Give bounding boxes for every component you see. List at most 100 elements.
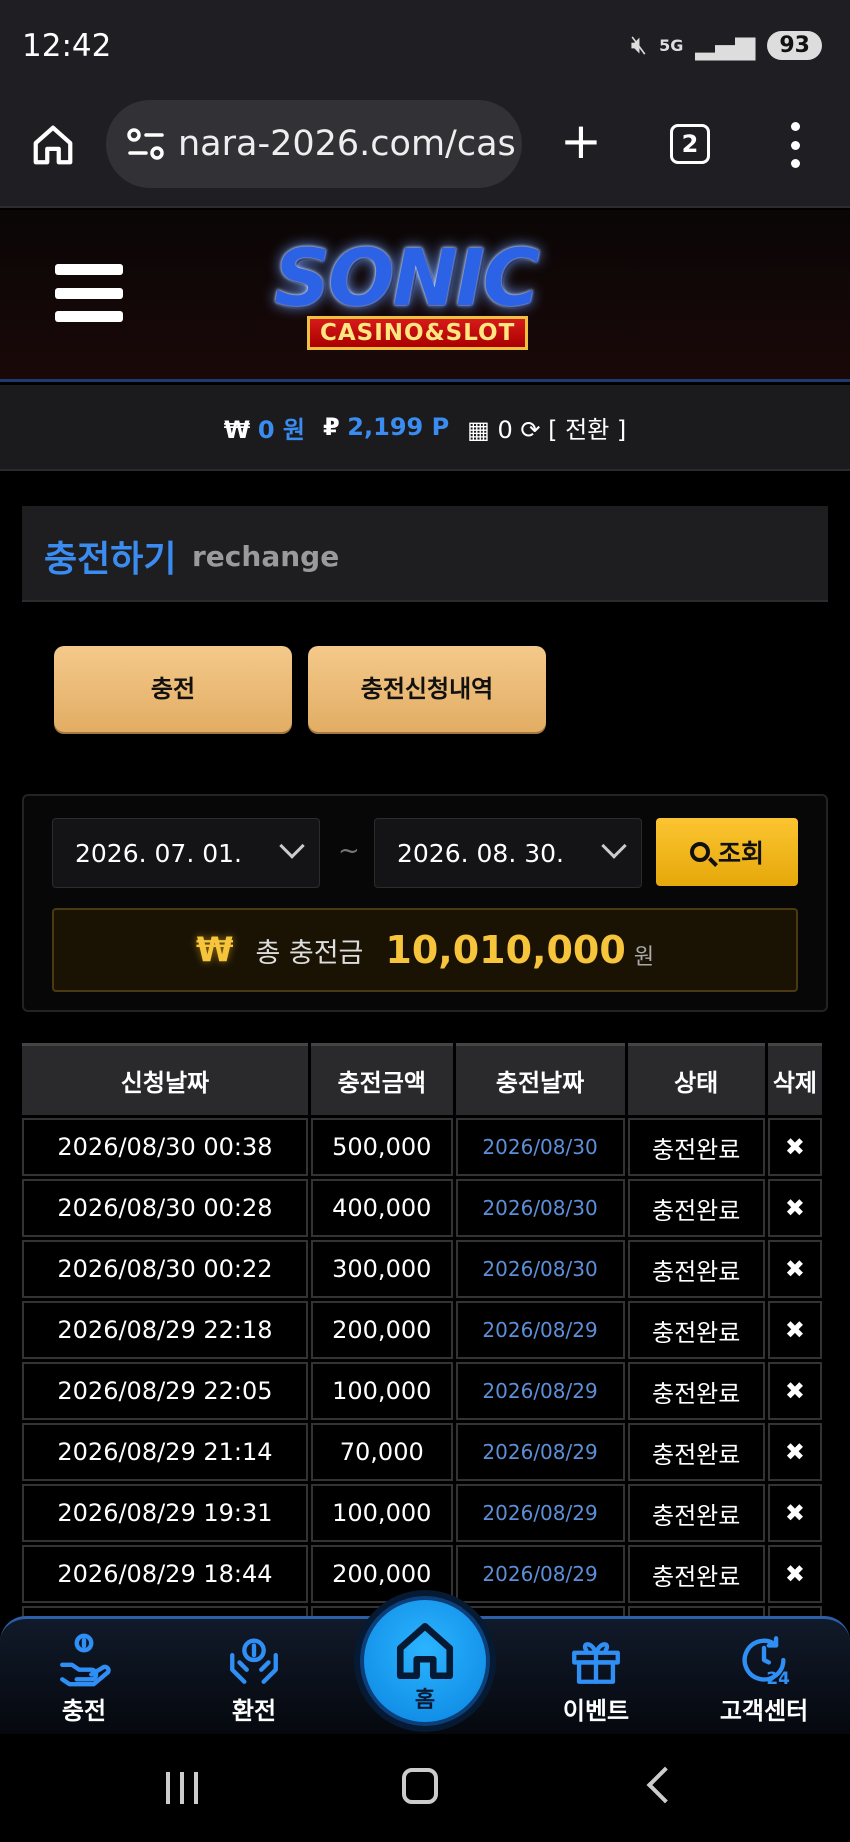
nav-event-label: 이벤트 [562, 1697, 630, 1725]
home-icon[interactable] [30, 122, 76, 168]
recent-apps-icon[interactable] [166, 1772, 198, 1804]
delete-icon[interactable]: ✖ [767, 1240, 822, 1298]
back-icon[interactable] [646, 1766, 684, 1804]
status-cell: 충전완료 [627, 1301, 765, 1359]
nav-exchange[interactable]: 환전 [194, 1629, 314, 1726]
request-date-cell: 2026/08/30 00:38 [22, 1118, 308, 1176]
amount-cell: 70,000 [310, 1423, 453, 1481]
chip-balance: ▦ 0 ⟳ [ 전환 ] [467, 410, 626, 445]
balance-bar: ₩ 0 원 ₽ 2,199 P ▦ 0 ⟳ [ 전환 ] [0, 385, 850, 471]
delete-icon[interactable]: ✖ [767, 1362, 822, 1420]
search-button[interactable]: 조회 [656, 818, 798, 886]
charge-date-cell: 2026/08/29 [455, 1484, 625, 1542]
charge-date-cell: 2026/08/30 [455, 1118, 625, 1176]
support-24-icon: 24 [704, 1629, 824, 1691]
table-row: 2026/08/29 22:05 100,000 2026/08/29 충전완료… [22, 1362, 822, 1420]
charge-date-cell: 2026/08/30 [455, 1179, 625, 1237]
system-home-icon[interactable] [402, 1768, 438, 1804]
home-icon [396, 1622, 454, 1680]
charge-date-cell: 2026/08/29 [455, 1301, 625, 1359]
status-cell: 충전완료 [627, 1423, 765, 1481]
total-charge-box: ₩ 총 충전금 10,010,000 원 [52, 908, 798, 992]
delete-icon[interactable]: ✖ [767, 1301, 822, 1359]
delete-icon[interactable]: ✖ [767, 1179, 822, 1237]
total-charge-value: 10,010,000 [385, 928, 626, 972]
new-tab-icon[interactable]: + [560, 116, 602, 166]
date-range-separator: ~ [338, 836, 360, 866]
date-to-select[interactable]: 2026. 08. 30. [374, 818, 642, 888]
site-settings-icon[interactable] [126, 126, 166, 162]
system-nav-bar [0, 1734, 850, 1842]
refresh-icon[interactable]: ⟳ [520, 416, 540, 444]
site-header: SONIC CASINO&SLOT [0, 210, 850, 382]
table-header-row: 신청날짜 충전금액 충전날짜 상태 삭제 [22, 1043, 822, 1115]
request-date-cell: 2026/08/30 00:22 [22, 1240, 308, 1298]
nav-charge-label: 충전 [61, 1697, 107, 1725]
network-label: 5G [659, 36, 684, 55]
date-from-select[interactable]: 2026. 07. 01. [52, 818, 320, 888]
point-balance-value: 2,199 P [347, 413, 450, 441]
mute-icon: 🔇︎ [630, 30, 648, 60]
charge-date-cell: 2026/08/29 [455, 1423, 625, 1481]
date-to-value: 2026. 08. 30. [397, 839, 564, 868]
amount-cell: 400,000 [310, 1179, 453, 1237]
site-logo[interactable]: SONIC CASINO&SLOT [262, 226, 602, 356]
more-menu-icon[interactable] [788, 122, 802, 168]
charge-date-cell: 2026/08/30 [455, 1240, 625, 1298]
nav-event[interactable]: 이벤트 [536, 1629, 656, 1726]
request-date-cell: 2026/08/29 21:14 [22, 1423, 308, 1481]
charge-history-table: 신청날짜 충전금액 충전날짜 상태 삭제 2026/08/30 00:38 50… [22, 1040, 828, 1620]
page-title: 충전하기 [44, 539, 177, 580]
table-row: 2026/08/30 00:38 500,000 2026/08/30 충전완료… [22, 1118, 822, 1176]
status-cell: 충전완료 [627, 1362, 765, 1420]
nav-support-label: 고객센터 [719, 1697, 809, 1725]
nav-home-label: 홈 [414, 1688, 436, 1713]
chip-icon: ▦ [467, 415, 490, 444]
charge-date-cell: 2026/08/29 [455, 1362, 625, 1420]
table-row: 2026/08/29 19:31 100,000 2026/08/29 충전완료… [22, 1484, 822, 1542]
nav-support[interactable]: 24 고객센터 [704, 1629, 824, 1726]
header-status: 상태 [627, 1043, 765, 1115]
address-bar[interactable]: nara-2026.com/cash [106, 100, 522, 188]
header-request-date: 신청날짜 [22, 1043, 308, 1115]
request-date-cell: 2026/08/30 00:28 [22, 1179, 308, 1237]
request-date-cell: 2026/08/29 18:44 [22, 1545, 308, 1603]
delete-icon[interactable]: ✖ [767, 1118, 822, 1176]
header-amount: 충전금액 [310, 1043, 453, 1115]
section-header: 충전하기 rechange [22, 506, 828, 602]
delete-icon[interactable]: ✖ [767, 1545, 822, 1603]
switch-button[interactable]: [ 전환 ] [548, 416, 626, 444]
header-delete: 삭제 [767, 1043, 822, 1115]
exchange-hands-icon [194, 1629, 314, 1691]
amount-cell: 100,000 [310, 1484, 453, 1542]
delete-icon[interactable]: ✖ [767, 1484, 822, 1542]
total-charge-unit: 원 [633, 945, 655, 970]
history-table: 신청날짜 충전금액 충전날짜 상태 삭제 2026/08/30 00:38 50… [22, 1040, 825, 1620]
nav-charge[interactable]: 충전 [24, 1629, 144, 1726]
point-icon: ₽ [322, 413, 340, 441]
delete-icon[interactable]: ✖ [767, 1423, 822, 1481]
chevron-down-icon [279, 833, 305, 859]
search-icon [689, 842, 710, 862]
total-charge-label: 총 충전금 [255, 937, 364, 969]
table-row: 2026/08/30 00:22 300,000 2026/08/30 충전완료… [22, 1240, 822, 1298]
chevron-down-icon [601, 833, 627, 859]
tab-charge[interactable]: 충전 [54, 646, 292, 732]
url-text[interactable]: nara-2026.com/cash [178, 124, 514, 164]
tab-charge-history[interactable]: 충전신청내역 [308, 646, 546, 732]
status-time: 12:42 [22, 28, 112, 64]
charge-date-cell: 2026/08/29 [455, 1545, 625, 1603]
table-row: 2026/08/30 00:28 400,000 2026/08/30 충전완료… [22, 1179, 822, 1237]
nav-home-button[interactable]: 홈 [360, 1596, 490, 1726]
menu-icon[interactable] [55, 264, 123, 322]
status-icons: 🔇︎ 5G ▂▄▆ 93 [631, 30, 822, 61]
nav-exchange-label: 환전 [231, 1697, 277, 1725]
point-balance: ₽ 2,199 P [323, 413, 449, 441]
tab-switcher-button[interactable]: 2 [670, 124, 710, 164]
gift-icon [536, 1629, 656, 1691]
header-charge-date: 충전날짜 [455, 1043, 625, 1115]
logo-subtitle: CASINO&SLOT [307, 316, 529, 350]
filter-panel: 2026. 07. 01. ~ 2026. 08. 30. 조회 ₩ 총 충전금… [22, 794, 828, 1012]
status-cell: 충전완료 [627, 1179, 765, 1237]
chip-balance-value: 0 [497, 415, 513, 444]
